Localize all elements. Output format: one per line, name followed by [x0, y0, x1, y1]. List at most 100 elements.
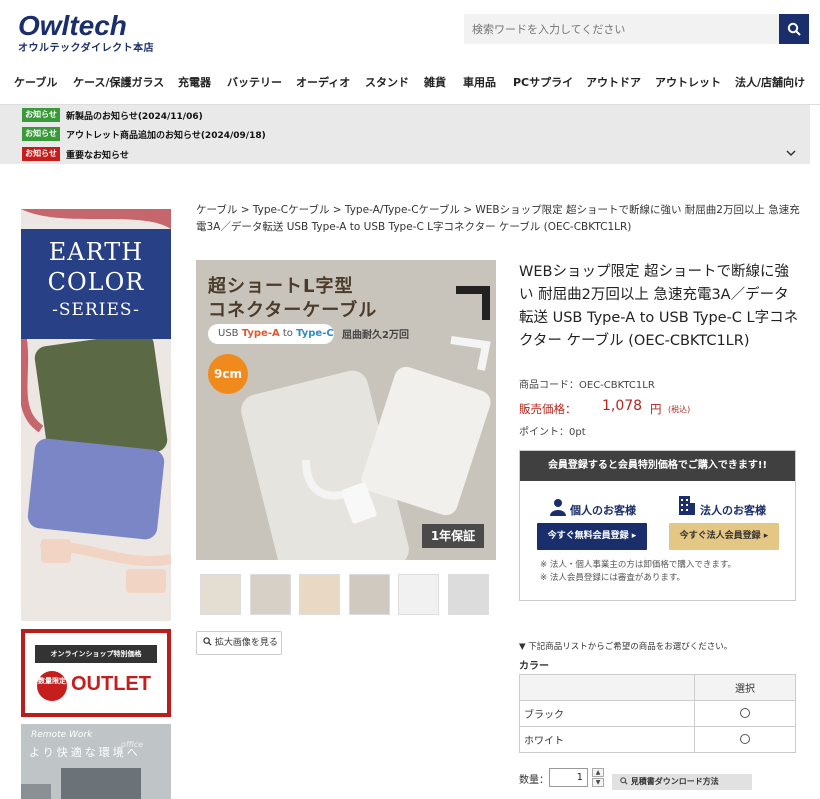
thumbnail[interactable]: [448, 574, 489, 615]
search-input[interactable]: [464, 14, 780, 44]
zoom-icon: [203, 637, 212, 646]
member-note: ※ 法人・個人事業主の方は卸価格で購入できます。: [540, 560, 736, 570]
price-value: 1,078: [602, 398, 643, 414]
series-line: -SERIES-: [52, 300, 140, 320]
color-option-black: ブラック: [519, 700, 695, 727]
product-code: 商品コード：OEC-CBKTC1LR: [519, 380, 655, 391]
notice-panel: お知らせ 新製品のお知らせ(2024/11/06) お知らせ アウトレット商品追…: [0, 105, 810, 164]
thumbnail[interactable]: [398, 574, 439, 615]
quantity-label: 数量：: [519, 775, 549, 786]
nav-charger[interactable]: 充電器: [178, 68, 211, 98]
search-button[interactable]: [779, 14, 809, 44]
nav-case[interactable]: ケース/保護ガラス: [73, 68, 164, 98]
quantity-decrement[interactable]: ▼: [592, 778, 604, 787]
selection-instruction: ▼ 下記商品リストからご希望の商品をお選びください。: [519, 642, 733, 652]
pill-type-a: Type-A: [241, 328, 280, 339]
download-label: 見積書ダウンロード方法: [630, 777, 719, 786]
nav-pc-supply[interactable]: PCサプライ: [513, 68, 573, 98]
table-header-cell: [519, 674, 695, 701]
image-title-line1: 超ショートL字型: [208, 276, 354, 297]
notice-text: アウトレット商品追加のお知らせ(2024/09/18): [66, 130, 266, 141]
color-option-white: ホワイト: [519, 726, 695, 753]
notice-badge: お知らせ: [22, 127, 60, 141]
nav-car[interactable]: 車用品: [463, 68, 496, 98]
table-header-row: 選択: [519, 674, 796, 701]
pill-prefix: USB: [218, 328, 242, 339]
price-tax-note: (税込): [668, 405, 691, 414]
member-signup-box: 会員登録すると会員特別価格でご購入できます!! 個人のお客様 法人のお客様 今す…: [519, 450, 796, 601]
nav-goods[interactable]: 雑貨: [424, 68, 446, 98]
nav-outdoor[interactable]: アウトドア: [586, 68, 641, 98]
nav-outlet[interactable]: アウトレット: [655, 68, 721, 98]
notice-item[interactable]: お知らせ アウトレット商品追加のお知らせ(2024/09/18): [22, 127, 266, 141]
table-row: ホワイト: [519, 726, 796, 753]
notice-item[interactable]: お知らせ 重要なお知らせ: [22, 147, 129, 161]
thumbnail[interactable]: [349, 574, 390, 615]
quantity-input[interactable]: 1: [549, 768, 588, 787]
variant-table: 選択 ブラック ホワイト: [519, 674, 796, 753]
color-line: COLOR: [47, 268, 145, 296]
notice-badge: お知らせ: [22, 108, 60, 122]
point-value: ポイント：0pt: [519, 427, 586, 438]
pill-type-c: Type-C: [296, 328, 334, 339]
nav-battery[interactable]: バッテリー: [227, 68, 282, 98]
thumbnail[interactable]: [299, 574, 340, 615]
site-logo[interactable]: Owltech オウルテックダイレクト本店: [18, 10, 155, 55]
nav-business[interactable]: 法人/店舗向け: [735, 68, 805, 98]
remote-work-tagline: より快適な環境へ: [29, 746, 141, 759]
nav-audio[interactable]: オーディオ: [296, 68, 350, 98]
corporate-customer-label: 法人のお客様: [700, 504, 766, 517]
thumbnail[interactable]: [200, 574, 241, 615]
price-currency: 円: [650, 402, 662, 416]
notice-text: 重要なお知らせ: [66, 150, 129, 161]
nav-cable[interactable]: ケーブル: [14, 68, 57, 98]
earth-color-banner[interactable]: EARTH COLOR -SERIES-: [21, 209, 171, 621]
estimate-download-button[interactable]: 見積書ダウンロード方法: [612, 774, 752, 790]
member-header: 会員登録すると会員特別価格でご購入できます!!: [520, 451, 795, 481]
logo-subtitle: オウルテックダイレクト本店: [18, 43, 155, 54]
outlet-word: OUTLET: [71, 673, 151, 695]
nav-stand[interactable]: スタンド: [365, 68, 409, 98]
select-column-header: 選択: [694, 674, 796, 701]
outlet-banner-top: オンラインショップ特別価格: [35, 645, 157, 663]
remote-work-banner[interactable]: Remote Work office より快適な環境へ: [21, 724, 171, 799]
breadcrumb[interactable]: ケーブル > Type-Cケーブル > Type-A/Type-Cケーブル > …: [196, 202, 801, 236]
personal-customer-label: 個人のお客様: [570, 504, 636, 517]
chevron-down-icon[interactable]: [786, 149, 796, 157]
radio-white[interactable]: [740, 734, 750, 744]
table-row: ブラック: [519, 700, 796, 727]
person-icon: [550, 499, 566, 516]
free-member-signup-button[interactable]: 今すぐ無料会員登録 ▸: [537, 523, 647, 550]
product-main-image[interactable]: 超ショートL字型 コネクターケーブル USB Type-A to Type-C …: [196, 260, 496, 560]
banner-laptop-art: [21, 768, 141, 799]
flex-durability: 屈曲耐久2万回: [342, 330, 409, 341]
search-icon: [787, 22, 801, 36]
notice-badge: お知らせ: [22, 147, 60, 161]
zoom-label: 拡大画像を見る: [214, 638, 278, 648]
remote-work-title: Remote Work: [31, 730, 93, 740]
member-note: ※ 法人会員登録には審査があります。: [540, 573, 685, 583]
radio-black[interactable]: [740, 708, 750, 718]
earth-color-title: EARTH COLOR -SERIES-: [21, 229, 171, 339]
logo-wordmark: Owltech: [18, 10, 127, 41]
type-pill: USB Type-A to Type-C: [208, 324, 334, 344]
earth-line: EARTH: [48, 238, 144, 266]
limited-quantity-badge: 数量限定: [37, 671, 67, 701]
zoom-image-button[interactable]: 拡大画像を見る: [196, 631, 282, 655]
length-badge: 9cm: [208, 354, 248, 394]
select-cell: [694, 726, 796, 753]
product-title: WEBショップ限定 超ショートで断線に強い 耐屈曲2万回以上 急速充電3A／デー…: [519, 264, 799, 349]
search-icon: [620, 777, 628, 785]
main-nav: ケーブル ケース/保護ガラス 充電器 バッテリー オーディオ スタンド 雑貨 車…: [0, 68, 820, 98]
corporate-signup-button[interactable]: 今すぐ法人会員登録 ▸: [669, 523, 779, 550]
image-title-line2: コネクターケーブル: [208, 300, 378, 321]
price-label: 販売価格：: [519, 402, 577, 416]
warranty-badge: 1年保証: [422, 524, 484, 548]
quantity-increment[interactable]: ▲: [592, 768, 604, 777]
outlet-banner[interactable]: オンラインショップ特別価格 数量限定 OUTLET: [21, 629, 171, 717]
building-icon: [679, 496, 695, 515]
color-heading: カラー: [519, 661, 549, 672]
thumbnail[interactable]: [250, 574, 291, 615]
notice-text: 新製品のお知らせ(2024/11/06): [66, 111, 203, 122]
notice-item[interactable]: お知らせ 新製品のお知らせ(2024/11/06): [22, 108, 203, 122]
